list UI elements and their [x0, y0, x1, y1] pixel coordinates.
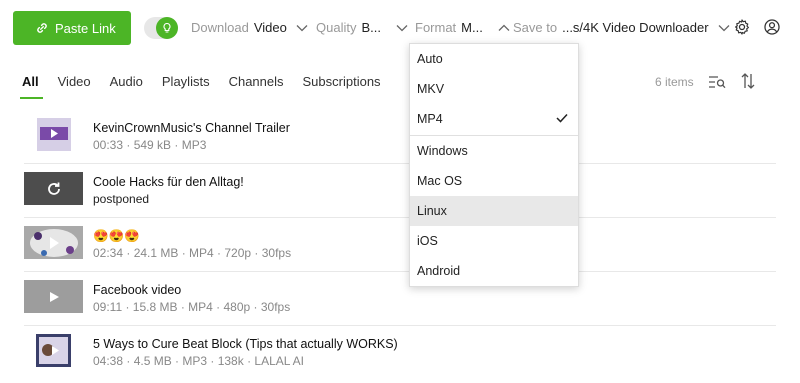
- download-label: Download: [191, 20, 249, 35]
- menu-item-linux[interactable]: Linux: [410, 196, 578, 226]
- tab-channels[interactable]: Channels: [229, 74, 284, 99]
- list-item[interactable]: KevinCrownMusic's Channel Trailer 00:33 …: [24, 110, 776, 164]
- save-to-label: Save to: [513, 20, 558, 35]
- item-title: 5 Ways to Cure Beat Block (Tips that act…: [93, 337, 398, 351]
- list-item[interactable]: Coole Hacks für den Alltag! postponed: [24, 164, 776, 218]
- play-icon: [49, 291, 59, 302]
- item-title: Coole Hacks für den Alltag!: [93, 175, 244, 189]
- paste-link-label: Paste Link: [55, 20, 116, 36]
- chevron-down-icon: [718, 24, 730, 31]
- save-to-value: ...s/4K Video Downloader: [562, 20, 709, 35]
- search-list-icon[interactable]: [708, 74, 726, 90]
- format-select[interactable]: Format M...: [415, 20, 510, 35]
- checkmark-icon: [556, 113, 568, 123]
- menu-item-ios[interactable]: iOS: [410, 226, 578, 256]
- quality-value: B...: [361, 20, 381, 35]
- tab-video[interactable]: Video: [58, 74, 91, 99]
- menu-item-macos[interactable]: Mac OS: [410, 166, 578, 196]
- items-count: 6 items: [655, 75, 694, 89]
- link-icon: [37, 23, 47, 33]
- refresh-icon: [47, 182, 60, 195]
- list-item[interactable]: Facebook video 09:11 · 15.8 MB · MP4 · 4…: [24, 272, 776, 326]
- format-value: M...: [461, 20, 483, 35]
- menu-item-windows[interactable]: Windows: [410, 136, 578, 166]
- tab-all[interactable]: All: [20, 74, 43, 99]
- item-title: KevinCrownMusic's Channel Trailer: [93, 121, 290, 135]
- item-meta: 09:11 · 15.8 MB · MP4 · 480p · 30fps: [93, 300, 291, 314]
- menu-item-mkv[interactable]: MKV: [410, 74, 578, 104]
- item-title: 😍😍😍: [93, 229, 140, 243]
- menu-item-auto[interactable]: Auto: [410, 44, 578, 74]
- save-to-select[interactable]: Save to ...s/4K Video Downloader: [513, 20, 730, 35]
- tab-subscriptions[interactable]: Subscriptions: [303, 74, 381, 99]
- download-type-select[interactable]: Download Video: [191, 20, 308, 35]
- chevron-down-icon: [296, 24, 308, 31]
- downloads-list: KevinCrownMusic's Channel Trailer 00:33 …: [24, 110, 776, 380]
- chevron-up-icon: [498, 24, 510, 31]
- item-meta: 04:38 · 4.5 MB · MP3 · 138k · LALAL AI: [93, 354, 304, 368]
- thumbnail: [36, 334, 71, 367]
- smart-mode-toggle[interactable]: [144, 17, 178, 39]
- thumbnail: [37, 118, 71, 151]
- gear-icon[interactable]: [733, 18, 751, 36]
- category-tabs: All Video Audio Playlists Channels Subsc…: [20, 74, 400, 99]
- menu-item-android[interactable]: Android: [410, 256, 578, 286]
- sort-icon[interactable]: [741, 73, 755, 89]
- list-item[interactable]: 😍😍😍 02:34 · 24.1 MB · MP4 · 720p · 30fps: [24, 218, 776, 272]
- tab-playlists[interactable]: Playlists: [162, 74, 210, 99]
- format-dropdown-menu: Auto MKV MP4 Windows Mac OS Linux iOS An…: [409, 43, 579, 287]
- lightbulb-icon: [156, 17, 178, 39]
- item-meta: 02:34 · 24.1 MB · MP4 · 720p · 30fps: [93, 246, 292, 260]
- item-meta: 00:33 · 549 kB · MP3: [93, 138, 207, 152]
- quality-label: Quality: [316, 20, 357, 35]
- toolbar: Paste Link Download Video Quality B... F…: [0, 0, 800, 56]
- thumbnail: [24, 280, 83, 313]
- retry-thumbnail[interactable]: [24, 172, 83, 205]
- item-title: Facebook video: [93, 283, 182, 297]
- menu-item-label: MP4: [417, 112, 443, 126]
- item-status: postponed: [93, 192, 150, 206]
- chevron-down-icon: [396, 24, 408, 31]
- quality-select[interactable]: Quality B...: [316, 20, 408, 35]
- download-value: Video: [253, 20, 287, 35]
- thumbnail: [24, 226, 83, 259]
- paste-link-button[interactable]: Paste Link: [13, 11, 131, 45]
- account-icon[interactable]: [763, 18, 781, 36]
- list-item[interactable]: 5 Ways to Cure Beat Block (Tips that act…: [24, 326, 776, 380]
- format-label: Format: [415, 20, 457, 35]
- tab-audio[interactable]: Audio: [110, 74, 143, 99]
- menu-item-mp4[interactable]: MP4: [410, 104, 578, 134]
